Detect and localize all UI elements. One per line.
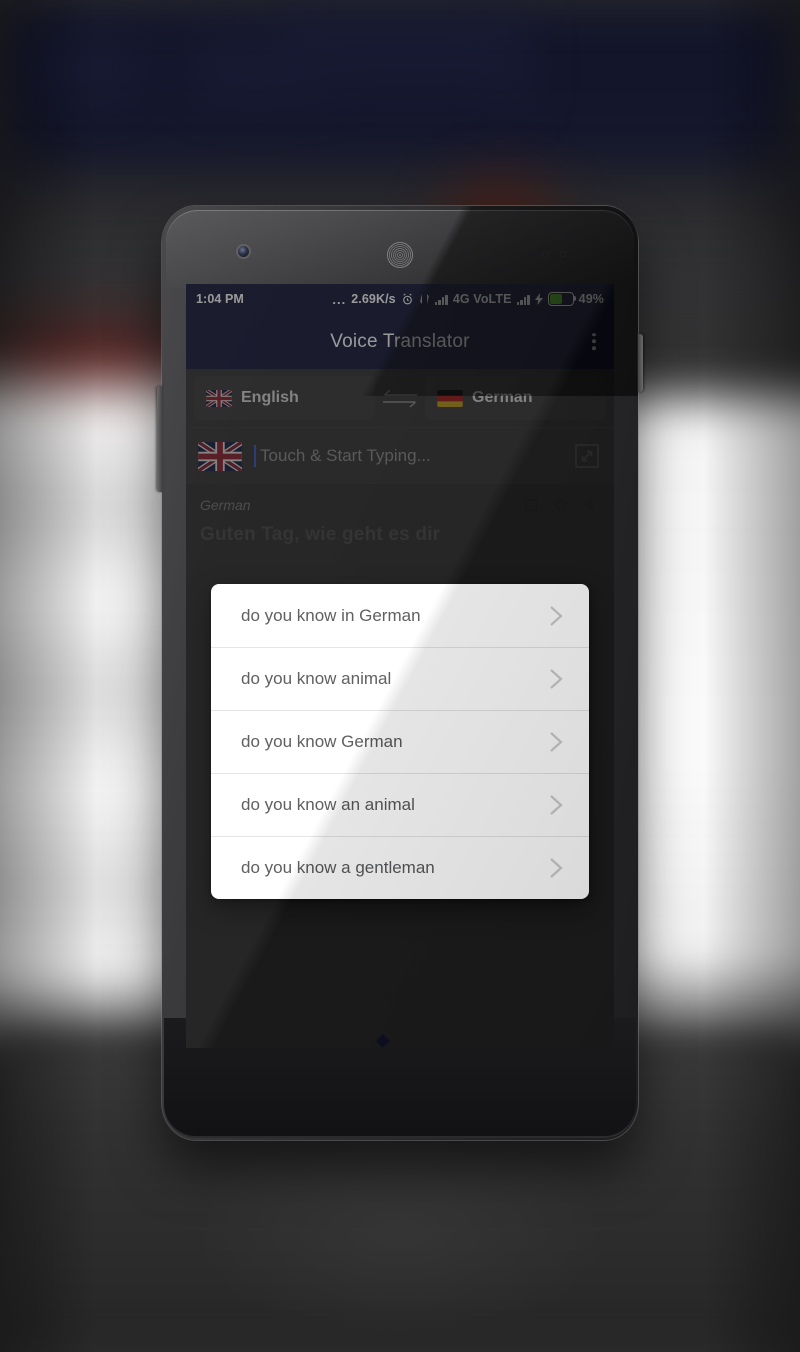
suggestion-item[interactable]: do you know animal	[211, 647, 589, 710]
language-selector-bar: English German	[186, 369, 614, 427]
chevron-right-icon[interactable]	[545, 664, 567, 694]
uk-flag-icon	[206, 389, 232, 407]
suggestion-label: do you know an animal	[241, 795, 415, 814]
source-language-selector[interactable]: English	[194, 376, 375, 420]
share-icon[interactable]	[552, 496, 570, 514]
result-language-label: German	[200, 497, 251, 513]
more-options-icon[interactable]	[588, 327, 600, 357]
text-input-row[interactable]: Touch & Start Typing...	[186, 427, 614, 484]
source-language-label: English	[241, 389, 299, 406]
status-bar-dots: ...	[332, 291, 347, 307]
signal-bars-icon	[434, 294, 448, 305]
target-language-selector[interactable]: German	[425, 376, 606, 420]
signal-bars-icon-secondary	[516, 294, 530, 305]
chevron-right-icon[interactable]	[545, 853, 567, 883]
status-bar: 1:04 PM ... 2.69K/s 4G VoLTE 49%	[186, 284, 614, 314]
suggestion-item[interactable]: do you know in German	[211, 584, 589, 647]
speaker-icon[interactable]	[582, 496, 600, 514]
germany-flag-icon	[437, 389, 463, 407]
vibrate-icon	[419, 293, 430, 305]
charging-bolt-icon	[534, 293, 543, 305]
expand-fullscreen-icon[interactable]	[572, 441, 602, 471]
app-bar: Voice Translator	[186, 314, 614, 369]
network-speed-label: 2.69K/s	[351, 292, 396, 306]
result-card-header: German	[186, 484, 614, 514]
front-camera-icon	[238, 246, 249, 257]
text-cursor	[254, 445, 256, 467]
status-bar-time: 1:04 PM	[196, 292, 244, 306]
suggestion-label: do you know in German	[241, 605, 421, 625]
chevron-right-icon[interactable]	[545, 727, 567, 757]
search-input[interactable]: Touch & Start Typing...	[260, 446, 560, 466]
earpiece-speaker-icon	[387, 242, 413, 268]
phone-screen: 1:04 PM ... 2.69K/s 4G VoLTE 49% Voice T…	[186, 284, 614, 1048]
copy-icon[interactable]	[522, 496, 540, 514]
suggestion-item[interactable]: do you know German	[211, 710, 589, 773]
suggestion-label: do you know German	[241, 732, 403, 751]
suggestion-dropdown: do you know in German do you know animal…	[211, 584, 589, 899]
suggestion-item[interactable]: do you know a gentleman	[211, 836, 589, 899]
screenshot-stage: 1:04 PM ... 2.69K/s 4G VoLTE 49% Voice T…	[0, 0, 800, 1352]
battery-icon	[547, 292, 577, 306]
target-language-label: German	[472, 389, 533, 406]
chevron-right-icon[interactable]	[545, 601, 567, 631]
phone-device: 1:04 PM ... 2.69K/s 4G VoLTE 49% Voice T…	[157, 206, 643, 1140]
uk-flag-icon-input	[198, 441, 242, 471]
suggestion-label: do you know animal	[241, 669, 392, 688]
power-button[interactable]	[637, 334, 643, 392]
suggestion-item[interactable]: do you know an animal	[211, 773, 589, 836]
light-sensor-icon	[560, 251, 566, 257]
battery-percent-label: 49%	[578, 292, 604, 306]
alarm-clock-icon	[401, 293, 414, 306]
app-title: Voice Translator	[330, 330, 470, 352]
volume-button[interactable]	[157, 386, 163, 492]
status-bar-icons: ... 2.69K/s 4G VoLTE 49%	[332, 292, 604, 307]
suggestion-label: do you know a gentleman	[241, 858, 435, 877]
result-text: Guten Tag, wie geht es dir	[200, 524, 441, 545]
proximity-sensor-icon	[542, 251, 548, 257]
chevron-right-icon[interactable]	[545, 790, 567, 820]
swap-languages-icon[interactable]	[379, 387, 421, 409]
network-type-label: 4G VoLTE	[452, 292, 512, 306]
